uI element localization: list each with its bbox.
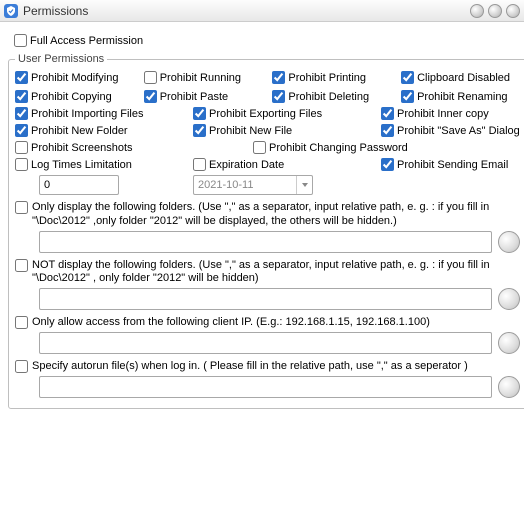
not-display-folders-button[interactable] xyxy=(498,288,520,310)
prohibit-renaming[interactable]: Prohibit Renaming xyxy=(401,90,520,103)
not-display-folders-checkbox[interactable] xyxy=(15,259,28,272)
perm-grid-row-4: Prohibit New Folder Prohibit New File Pr… xyxy=(15,124,520,137)
log-times-limitation[interactable]: Log Times Limitation xyxy=(15,158,175,171)
prohibit-screenshots[interactable]: Prohibit Screenshots xyxy=(15,141,175,154)
full-access-input[interactable] xyxy=(14,34,27,47)
prohibit-new-folder[interactable]: Prohibit New Folder xyxy=(15,124,175,137)
autorun-files-row: Specify autorun file(s) when log in. ( P… xyxy=(15,360,520,374)
allow-client-ip-input-row xyxy=(39,332,520,354)
perm-grid-row-6: Log Times Limitation Expiration Date Pro… xyxy=(15,158,520,171)
prohibit-exporting[interactable]: Prohibit Exporting Files xyxy=(193,107,363,120)
prohibit-running[interactable]: Prohibit Running xyxy=(144,71,263,84)
allow-client-ip-text: Only allow access from the following cli… xyxy=(32,316,430,330)
allow-client-ip-checkbox[interactable] xyxy=(15,316,28,329)
perm-values-row: 2021-10-11 xyxy=(15,175,520,195)
titlebar: Permissions xyxy=(0,0,524,22)
full-access-label: Full Access Permission xyxy=(30,35,143,47)
perm-grid-rows-1-3: Prohibit Modifying Prohibit Running Proh… xyxy=(15,71,520,103)
content: Full Access Permission User Permissions … xyxy=(0,22,524,417)
not-display-folders-input-row xyxy=(39,288,520,310)
shield-icon xyxy=(4,4,18,18)
prohibit-printing[interactable]: Prohibit Printing xyxy=(272,71,391,84)
perm-grid-row-5: Prohibit Screenshots Prohibit Changing P… xyxy=(15,141,520,154)
prohibit-importing[interactable]: Prohibit Importing Files xyxy=(15,107,175,120)
prohibit-modifying[interactable]: Prohibit Modifying xyxy=(15,71,134,84)
expiration-date[interactable]: Expiration Date xyxy=(193,158,363,171)
prohibit-paste[interactable]: Prohibit Paste xyxy=(144,90,263,103)
autorun-files-text: Specify autorun file(s) when log in. ( P… xyxy=(32,360,468,374)
not-display-folders-text: NOT display the following folders. (Use … xyxy=(32,259,520,287)
clipboard-disabled[interactable]: Clipboard Disabled xyxy=(401,71,520,84)
prohibit-copying[interactable]: Prohibit Copying xyxy=(15,90,134,103)
only-display-folders-row: Only display the following folders. (Use… xyxy=(15,201,520,229)
minimize-button[interactable] xyxy=(470,4,484,18)
calendar-dropdown-icon[interactable] xyxy=(296,176,312,194)
prohibit-inner-copy[interactable]: Prohibit Inner copy xyxy=(381,107,520,120)
expiration-date-picker[interactable]: 2021-10-11 xyxy=(193,175,313,195)
prohibit-changing-password[interactable]: Prohibit Changing Password xyxy=(253,141,520,154)
log-times-input[interactable] xyxy=(39,175,119,195)
window-buttons xyxy=(470,4,520,18)
autorun-files-input-row xyxy=(39,376,520,398)
not-display-folders-row: NOT display the following folders. (Use … xyxy=(15,259,520,287)
prohibit-sending-email[interactable]: Prohibit Sending Email xyxy=(381,158,520,171)
not-display-folders-input[interactable] xyxy=(39,288,492,310)
only-display-folders-input-row xyxy=(39,231,520,253)
user-permissions-fieldset: User Permissions Prohibit Modifying Proh… xyxy=(8,53,524,409)
full-access-checkbox[interactable]: Full Access Permission xyxy=(14,34,516,47)
only-display-folders-input[interactable] xyxy=(39,231,492,253)
prohibit-new-file[interactable]: Prohibit New File xyxy=(193,124,363,137)
only-display-folders-button[interactable] xyxy=(498,231,520,253)
allow-client-ip-input[interactable] xyxy=(39,332,492,354)
perm-grid-row-3b: Prohibit Importing Files Prohibit Export… xyxy=(15,107,520,120)
prohibit-save-as[interactable]: Prohibit "Save As" Dialog xyxy=(381,124,520,137)
only-display-folders-text: Only display the following folders. (Use… xyxy=(32,201,520,229)
window-title: Permissions xyxy=(23,4,470,18)
autorun-files-checkbox[interactable] xyxy=(15,360,28,373)
close-button[interactable] xyxy=(506,4,520,18)
prohibit-deleting[interactable]: Prohibit Deleting xyxy=(272,90,391,103)
user-permissions-legend: User Permissions xyxy=(15,53,107,65)
autorun-files-button[interactable] xyxy=(498,376,520,398)
allow-client-ip-button[interactable] xyxy=(498,332,520,354)
only-display-folders-checkbox[interactable] xyxy=(15,201,28,214)
maximize-button[interactable] xyxy=(488,4,502,18)
autorun-files-input[interactable] xyxy=(39,376,492,398)
expiration-date-text: 2021-10-11 xyxy=(194,179,296,191)
allow-client-ip-row: Only allow access from the following cli… xyxy=(15,316,520,330)
